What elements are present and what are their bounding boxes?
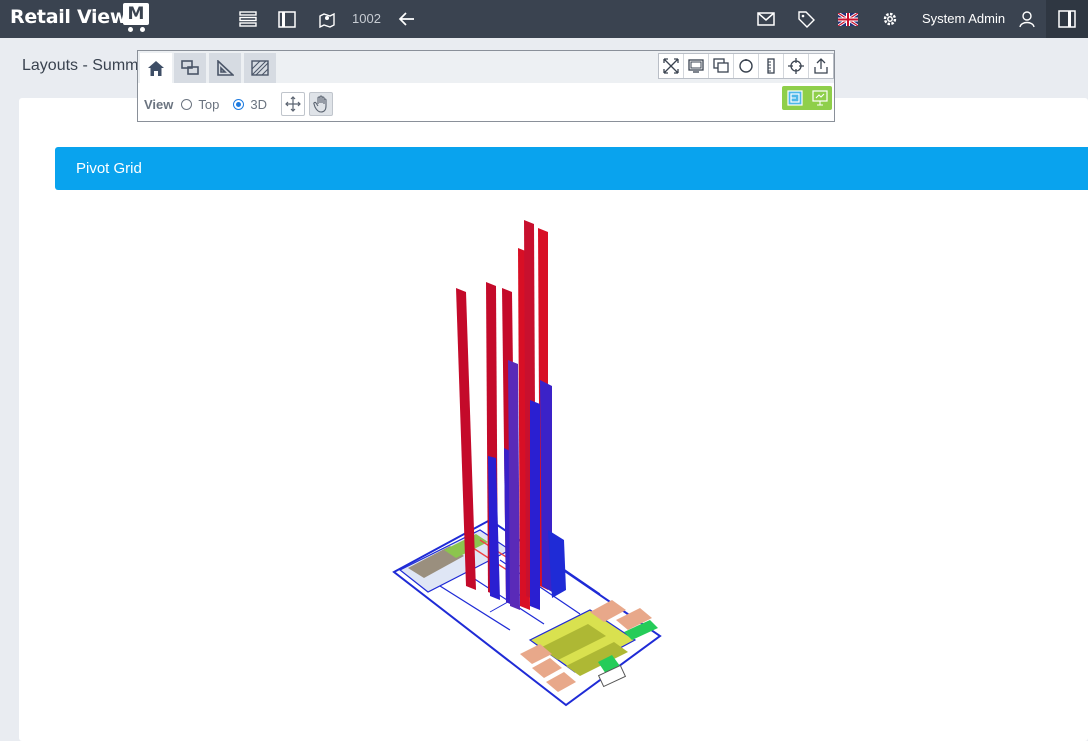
app-logo-mark: M [123,3,149,25]
layout-id: 1002 [352,11,381,26]
user-icon[interactable] [1017,9,1037,29]
set-square-icon [217,60,234,76]
home-tab[interactable] [140,53,172,83]
floorplan-icon [786,90,803,106]
layers-icon [181,60,199,75]
flag-uk-icon[interactable] [838,9,858,29]
top-navigation-bar: Retail Viewer M 1002 System Admin [0,0,1088,38]
logo-cart-wheels [126,27,148,33]
hand-button[interactable] [308,92,333,116]
hatch-tab[interactable] [244,53,276,83]
view-tools [658,53,834,79]
hand-icon [313,95,327,113]
view-label: View [144,96,174,112]
hatch-icon [251,60,269,76]
columns-icon[interactable] [277,9,297,29]
view-top-label[interactable]: Top [198,97,219,112]
measure-tab[interactable] [209,53,241,83]
display-mode-buttons [782,86,832,110]
pivot-grid-header[interactable]: Pivot Grid [55,147,1088,190]
view-options-row: View Top 3D [144,92,337,116]
panel-toggle-icon [1057,9,1077,29]
gear-icon[interactable] [880,9,900,29]
view-top-radio[interactable] [181,98,193,110]
page-title: Layouts - Summ [22,57,139,74]
view-3d-label[interactable]: 3D [250,97,267,112]
home-icon [148,60,164,76]
pan-button[interactable] [280,92,305,116]
window-icon[interactable] [709,54,734,78]
floorplan-3d-view[interactable] [380,200,680,720]
user-name[interactable]: System Admin [922,11,1005,26]
crosshair-icon[interactable] [784,54,809,78]
panel-toggle-button[interactable] [1046,0,1088,38]
view-3d-radio[interactable] [233,98,245,110]
arrow-left-icon[interactable] [397,9,417,29]
export-icon[interactable] [809,54,833,78]
presentation-icon [811,90,828,106]
circle-icon[interactable] [734,54,759,78]
layers-tab[interactable] [174,53,206,83]
mail-icon[interactable] [756,9,776,29]
ruler-icon[interactable] [759,54,784,78]
floorplan-mode-button[interactable] [786,89,804,107]
pivot-grid-title: Pivot Grid [76,160,142,177]
presentation-mode-button[interactable] [811,89,829,107]
bar-columns [456,220,566,610]
toolbar-tabs [138,51,834,83]
move-icon [285,96,301,112]
viewer-toolbar: View Top 3D [137,50,835,122]
expand-icon[interactable] [659,54,684,78]
map-icon[interactable] [317,9,337,29]
tag-icon[interactable] [796,9,816,29]
monitor-icon[interactable] [684,54,709,78]
list-icon[interactable] [238,9,258,29]
